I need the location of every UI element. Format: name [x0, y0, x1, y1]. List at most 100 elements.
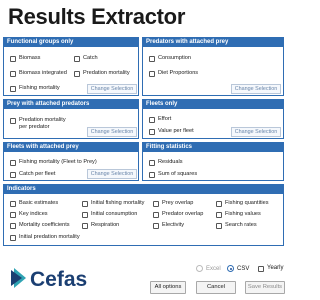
checkbox-box[interactable]: [216, 200, 222, 207]
save-results-button[interactable]: Save Results: [245, 281, 285, 294]
panel-functional-groups: Functional groups only Biomass Catch Bio…: [3, 37, 139, 96]
checkbox-fishing-values[interactable]: Fishing values: [216, 211, 261, 218]
radio-label: CSV: [237, 265, 250, 272]
checkbox-box[interactable]: [149, 171, 155, 178]
radio-excel[interactable]: Excel: [196, 265, 221, 272]
checkbox-consumption[interactable]: Consumption: [149, 55, 191, 62]
radio-dot[interactable]: [196, 265, 203, 272]
checkbox-key-indices[interactable]: Key indices: [10, 211, 48, 218]
checkbox-sum-of-squares[interactable]: Sum of squares: [149, 171, 197, 178]
checkbox-label: Basic estimates: [19, 200, 59, 206]
checkbox-predation-mortality[interactable]: Predation mortality: [74, 70, 130, 77]
checkbox-box[interactable]: [10, 159, 16, 166]
panel-header: Functional groups only: [4, 38, 138, 47]
all-options-button[interactable]: All options: [150, 281, 186, 294]
checkbox-catch-per-fleet[interactable]: Catch per fleet: [10, 171, 55, 178]
change-selection-button[interactable]: Change Selection: [87, 169, 137, 179]
checkbox-box[interactable]: [10, 200, 16, 207]
checkbox-box[interactable]: [149, 70, 155, 77]
checkbox-biomass[interactable]: Biomass: [10, 55, 40, 62]
checkbox-label: Catch: [83, 55, 98, 61]
panel-header: Indicators: [4, 185, 283, 194]
change-selection-button[interactable]: Change Selection: [87, 84, 137, 94]
panel-header: Predators with attached prey: [143, 38, 283, 47]
checkbox-box[interactable]: [149, 116, 155, 123]
checkbox-search-rates[interactable]: Search rates: [216, 222, 257, 229]
checkbox-label: Residuals: [158, 159, 183, 165]
panel-fitting-statistics: Fitting statistics Residuals Sum of squa…: [142, 142, 284, 181]
checkbox-fishing-quantities[interactable]: Fishing quantities: [216, 200, 269, 207]
checkbox-box[interactable]: [10, 70, 16, 77]
checkbox-predation-mortality-per-predator[interactable]: Predation mortality per predator: [10, 117, 66, 131]
checkbox-respiration[interactable]: Respiration: [82, 222, 119, 229]
checkbox-label: Yearly: [267, 265, 284, 271]
checkbox-box[interactable]: [10, 234, 16, 241]
checkbox-value-per-fleet[interactable]: Value per fleet: [149, 128, 194, 135]
checkbox-prey-overlap[interactable]: Prey overlap: [153, 200, 193, 207]
checkbox-initial-predation-mortality[interactable]: Initial predation mortality: [10, 234, 80, 241]
checkbox-box[interactable]: [82, 222, 88, 229]
checkbox-box[interactable]: [82, 211, 88, 218]
change-selection-button[interactable]: Change Selection: [231, 84, 281, 94]
panel-header: Fleets only: [143, 100, 283, 109]
checkbox-box[interactable]: [149, 55, 155, 62]
checkbox-box[interactable]: [153, 211, 159, 218]
cancel-button[interactable]: Cancel: [196, 281, 236, 294]
checkbox-label: Prey overlap: [162, 200, 194, 206]
checkbox-label: Predator overlap: [162, 211, 204, 217]
checkbox-label: Initial consumption: [91, 211, 138, 217]
checkbox-label: Fishing mortality: [19, 85, 60, 91]
checkbox-catch[interactable]: Catch: [74, 55, 98, 62]
panel-header: Fitting statistics: [143, 143, 283, 152]
checkbox-diet-proportions[interactable]: Diet Proportions: [149, 70, 198, 77]
checkbox-label: Initial fishing mortality: [91, 200, 145, 206]
checkbox-label: Electivity: [162, 222, 185, 228]
checkbox-electivity[interactable]: Electivity: [153, 222, 184, 229]
panel-fleets-only: Fleets only Effort Value per fleet Chang…: [142, 99, 284, 139]
checkbox-initial-fishing-mortality[interactable]: Initial fishing mortality: [82, 200, 144, 207]
checkbox-box[interactable]: [74, 70, 80, 77]
checkbox-label: Sum of squares: [158, 171, 198, 177]
checkbox-initial-consumption[interactable]: Initial consumption: [82, 211, 137, 218]
checkbox-mortality-coefficients[interactable]: Mortality coefficients: [10, 222, 70, 229]
checkbox-box[interactable]: [10, 85, 16, 92]
checkbox-label: Biomass integrated: [19, 70, 67, 76]
checkbox-label: Respiration: [91, 222, 120, 228]
radio-dot[interactable]: [227, 265, 234, 272]
checkbox-box[interactable]: [258, 265, 264, 272]
checkbox-box[interactable]: [153, 200, 159, 207]
radio-csv[interactable]: CSV: [227, 265, 249, 272]
checkbox-basic-estimates[interactable]: Basic estimates: [10, 200, 58, 207]
checkbox-box[interactable]: [10, 222, 16, 229]
checkbox-box[interactable]: [10, 171, 16, 178]
checkbox-box[interactable]: [149, 159, 155, 166]
change-selection-button[interactable]: Change Selection: [87, 127, 137, 137]
checkbox-effort[interactable]: Effort: [149, 116, 171, 123]
panel-prey-predators: Prey with attached predators Predation m…: [3, 99, 139, 139]
checkbox-label: Initial predation mortality: [19, 234, 80, 240]
checkbox-box[interactable]: [82, 200, 88, 207]
checkbox-box[interactable]: [10, 211, 16, 218]
checkbox-box[interactable]: [10, 117, 16, 124]
checkbox-box[interactable]: [149, 128, 155, 135]
change-selection-button[interactable]: Change Selection: [231, 127, 281, 137]
cefas-logo: Cefas: [11, 268, 87, 291]
checkbox-fishing-mortality-fleet-prey[interactable]: Fishing mortality (Fleet to Prey): [10, 159, 97, 166]
label-line: per predator: [19, 124, 50, 130]
checkbox-fishing-mortality[interactable]: Fishing mortality: [10, 85, 60, 92]
checkbox-biomass-integrated[interactable]: Biomass integrated: [10, 70, 67, 77]
checkbox-label: Fishing values: [225, 211, 261, 217]
checkbox-label: Biomass: [19, 55, 41, 61]
checkbox-label: Search rates: [225, 222, 257, 228]
checkbox-residuals[interactable]: Residuals: [149, 159, 183, 166]
logo-text: Cefas: [30, 268, 87, 291]
checkbox-box[interactable]: [10, 55, 16, 62]
checkbox-label: Fishing quantities: [225, 200, 269, 206]
checkbox-yearly[interactable]: Yearly: [258, 265, 283, 272]
checkbox-box[interactable]: [74, 55, 80, 62]
checkbox-predator-overlap[interactable]: Predator overlap: [153, 211, 203, 218]
checkbox-label: Catch per fleet: [19, 171, 56, 177]
checkbox-box[interactable]: [153, 222, 159, 229]
checkbox-box[interactable]: [216, 211, 222, 218]
checkbox-box[interactable]: [216, 222, 222, 229]
